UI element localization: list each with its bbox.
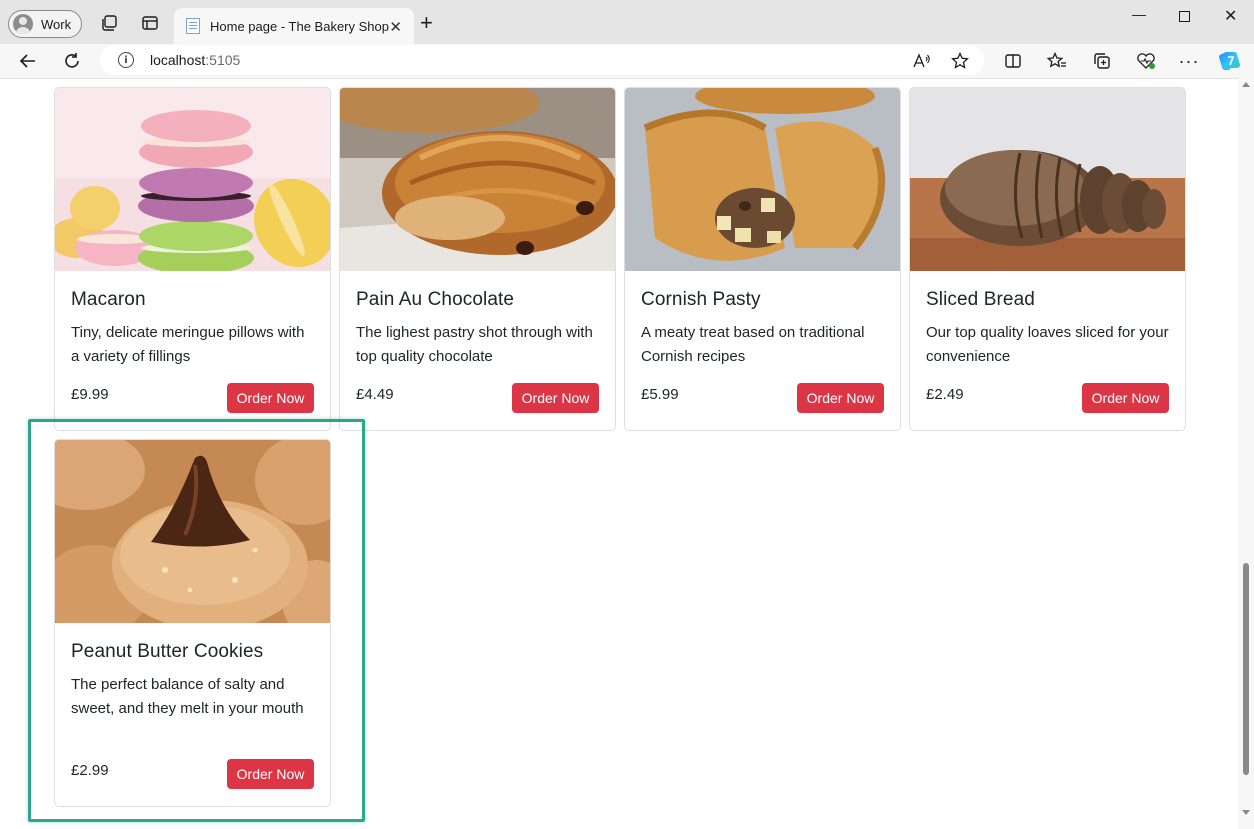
highlight-box [28, 419, 365, 822]
product-price: £4.49 [356, 386, 394, 403]
address-bar[interactable]: i localhost:5105 [100, 45, 984, 75]
profile-button[interactable]: Work [8, 10, 82, 38]
product-price: £2.49 [926, 386, 964, 403]
profile-label: Work [41, 16, 72, 32]
macaron-image [55, 88, 330, 271]
scroll-down-icon[interactable] [1242, 810, 1250, 815]
split-screen-icon[interactable] [1001, 49, 1025, 73]
browser-title-bar: Work Home page - The Bakery Shop ✕ + — ✕ [0, 0, 1254, 44]
sliced-bread-image [910, 88, 1185, 271]
order-now-button[interactable]: Order Now [227, 383, 314, 413]
product-price: £9.99 [71, 386, 109, 403]
browser-essentials-icon[interactable] [1134, 49, 1158, 73]
product-name: Cornish Pasty [641, 289, 761, 310]
favorites-icon[interactable] [1045, 49, 1069, 73]
product-price: £5.99 [641, 386, 679, 403]
minimize-icon[interactable]: — [1132, 6, 1146, 22]
address-toolbar: i localhost:5105 ··· [0, 44, 1254, 78]
read-aloud-icon[interactable] [910, 49, 934, 73]
cornish-pasty-image [625, 88, 900, 271]
page-favicon [186, 18, 200, 34]
maximize-icon[interactable] [1179, 9, 1190, 25]
url-text: localhost:5105 [150, 52, 241, 68]
scroll-up-icon[interactable] [1242, 82, 1250, 87]
vertical-scrollbar[interactable] [1238, 78, 1254, 829]
site-info-icon[interactable]: i [118, 52, 134, 68]
product-name: Pain Au Chocolate [356, 289, 515, 310]
workspaces-icon[interactable] [98, 12, 120, 34]
scrollbar-thumb[interactable] [1243, 563, 1249, 775]
product-name: Macaron [71, 289, 146, 310]
favorite-star-icon[interactable] [948, 49, 972, 73]
back-icon[interactable] [16, 49, 40, 73]
new-tab-icon[interactable]: + [420, 12, 433, 34]
tab-home-page[interactable]: Home page - The Bakery Shop ✕ [174, 8, 414, 44]
tab-actions-icon[interactable] [139, 12, 161, 34]
product-card-macaron: Macaron Tiny, delicate meringue pillows … [54, 87, 331, 431]
close-tab-icon[interactable]: ✕ [389, 18, 402, 36]
copilot-icon[interactable] [1219, 49, 1243, 73]
order-now-button[interactable]: Order Now [1082, 383, 1169, 413]
more-icon[interactable]: ··· [1177, 49, 1201, 73]
refresh-icon[interactable] [60, 49, 84, 73]
order-now-button[interactable]: Order Now [512, 383, 599, 413]
order-now-button[interactable]: Order Now [797, 383, 884, 413]
web-page: Macaron Tiny, delicate meringue pillows … [0, 78, 1238, 829]
window-close-icon[interactable]: ✕ [1224, 6, 1237, 26]
collections-icon[interactable] [1090, 49, 1114, 73]
profile-avatar-icon [13, 14, 33, 34]
product-description: Tiny, delicate meringue pillows with a v… [71, 324, 305, 365]
product-description: A meaty treat based on traditional Corni… [641, 324, 865, 365]
product-name: Sliced Bread [926, 289, 1035, 310]
product-description: Our top quality loaves sliced for your c… [926, 324, 1169, 365]
product-card-pain-au-chocolate: Pain Au Chocolate The lighest pastry sho… [339, 87, 616, 431]
product-card-sliced-bread: Sliced Bread Our top quality loaves slic… [909, 87, 1186, 431]
pain-au-chocolate-image [340, 88, 615, 271]
product-card-cornish-pasty: Cornish Pasty A meaty treat based on tra… [624, 87, 901, 431]
tab-title: Home page - The Bakery Shop [210, 18, 389, 34]
product-description: The lighest pastry shot through with top… [356, 324, 593, 365]
